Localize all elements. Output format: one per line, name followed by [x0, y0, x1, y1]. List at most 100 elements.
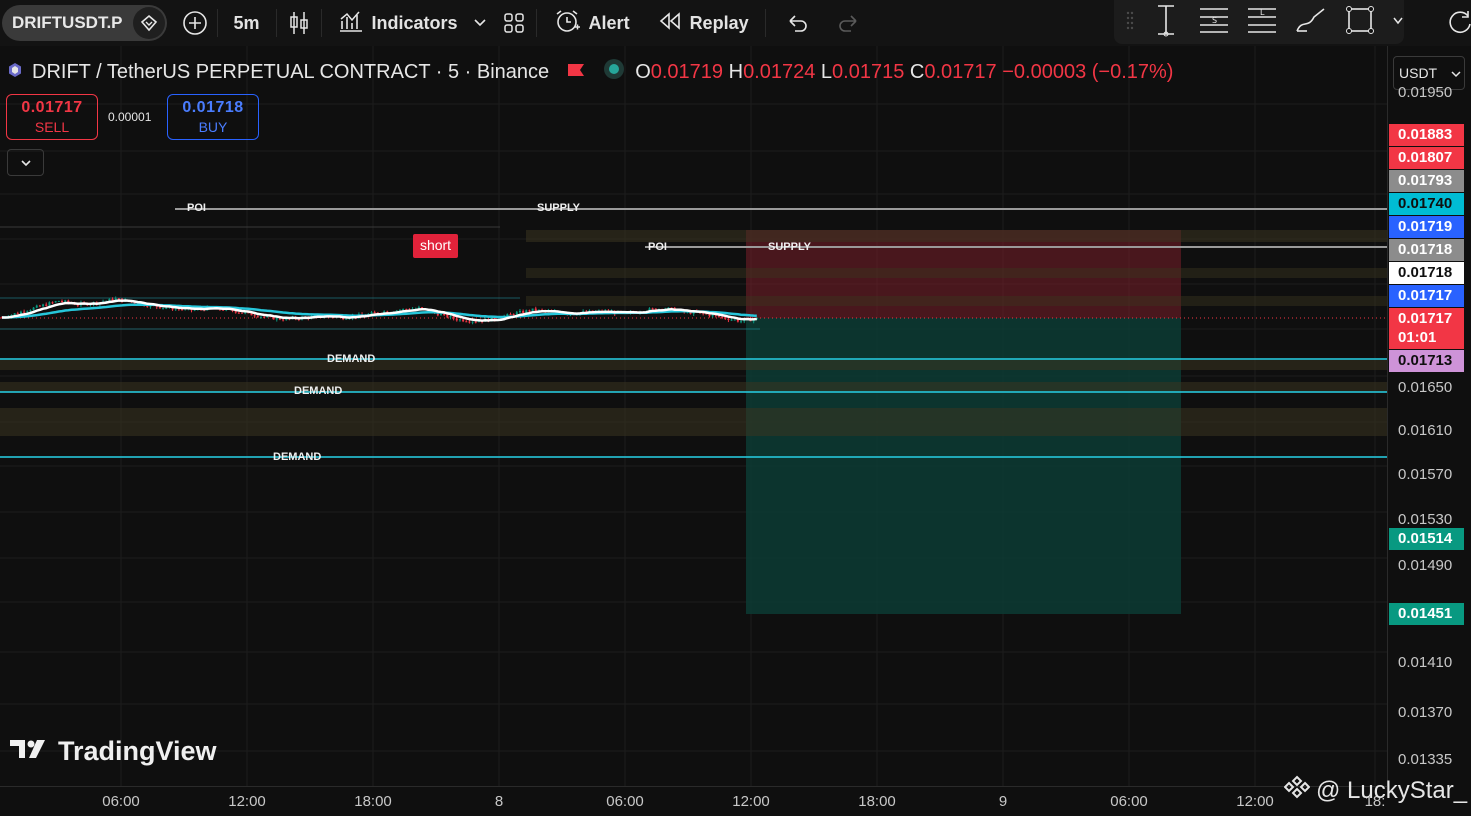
candle-body[interactable] [522, 310, 525, 313]
price-axis-label[interactable]: 0.01807 [1389, 147, 1464, 169]
candle-body[interactable] [443, 314, 446, 316]
candle-body[interactable] [48, 302, 51, 306]
add-symbol-icon[interactable] [181, 9, 209, 37]
candle-body[interactable] [165, 307, 168, 309]
price-axis-label[interactable]: 0.01793 [1389, 170, 1464, 192]
price-axis-label[interactable]: 0.01718 [1389, 239, 1464, 261]
chevron-down-icon[interactable] [466, 9, 494, 37]
layout-grid-icon[interactable] [500, 9, 528, 37]
candle-body[interactable] [259, 316, 262, 318]
candle-body[interactable] [402, 309, 405, 311]
long-position-icon[interactable]: L [1246, 5, 1278, 40]
price-axis-label[interactable]: 0.01718 [1389, 262, 1464, 284]
candle-body[interactable] [440, 314, 443, 316]
candle-body[interactable] [61, 300, 64, 302]
alert-button[interactable]: Alert [545, 5, 638, 41]
candle-body[interactable] [474, 321, 477, 323]
candle-body[interactable] [57, 300, 60, 302]
ema-slow-line[interactable] [2, 303, 757, 319]
collapse-legend-button[interactable] [7, 149, 44, 176]
candle-body[interactable] [35, 305, 38, 308]
candle-body[interactable] [509, 314, 512, 316]
candle-body[interactable] [237, 312, 240, 314]
candle-body[interactable] [452, 316, 455, 319]
candle-body[interactable] [241, 312, 244, 314]
indicators-button[interactable]: Indicators [330, 5, 466, 41]
redo-icon[interactable] [834, 9, 862, 37]
price-axis-label[interactable]: 0.01713 [1389, 350, 1464, 372]
candle-body[interactable] [370, 312, 373, 314]
refresh-icon[interactable] [1448, 8, 1471, 41]
candle-body[interactable] [158, 307, 161, 309]
candle-body[interactable] [651, 308, 654, 310]
candle-body[interactable] [174, 308, 177, 310]
price-axis-label[interactable]: 0.01883 [1389, 124, 1464, 146]
candle-body[interactable] [282, 319, 285, 321]
fib-retracement-icon[interactable]: S [1198, 5, 1230, 40]
candle-body[interactable] [724, 317, 727, 319]
candle-body[interactable] [32, 307, 35, 311]
candle-body[interactable] [13, 313, 16, 315]
candle-body[interactable] [733, 319, 736, 321]
candle-body[interactable] [38, 305, 41, 307]
interval-button[interactable]: 5m [226, 5, 268, 41]
price-axis-label[interactable]: 0.01717 [1389, 285, 1464, 307]
candle-body[interactable] [26, 311, 29, 313]
candle-body[interactable] [462, 319, 465, 322]
candle-body[interactable] [711, 314, 714, 317]
price-axis-label[interactable]: 0.01719 [1389, 216, 1464, 238]
diamond-icon[interactable] [132, 7, 165, 39]
candle-body[interactable] [16, 313, 19, 315]
price-axis-label[interactable]: 0.01451 [1389, 603, 1464, 625]
candle-body[interactable] [162, 307, 165, 309]
candle-body[interactable] [534, 308, 537, 311]
candle-body[interactable] [730, 319, 733, 321]
price-axis-label[interactable]: 0.01740 [1389, 193, 1464, 215]
time-axis[interactable] [0, 786, 1387, 816]
candle-body[interactable] [727, 318, 730, 321]
candle-body[interactable] [45, 304, 48, 306]
candle-body[interactable] [528, 310, 531, 312]
candle-body[interactable] [468, 321, 471, 323]
candle-body[interactable] [345, 318, 348, 320]
candle-body[interactable] [64, 300, 67, 302]
undo-icon[interactable] [784, 9, 812, 37]
candle-body[interactable] [54, 301, 57, 303]
candle-body[interactable] [449, 316, 452, 318]
candle-body[interactable] [263, 316, 266, 318]
rectangle-tool-icon[interactable] [1344, 4, 1376, 41]
symbol-search-button[interactable]: DRIFTUSDT.P [2, 5, 167, 41]
legend-title[interactable]: DRIFT / TetherUS PERPETUAL CONTRACT · 5 … [32, 61, 549, 84]
candle-body[interactable] [373, 312, 376, 314]
candle-body[interactable] [465, 321, 468, 323]
candle-body[interactable] [253, 315, 256, 317]
candle-body[interactable] [471, 321, 474, 323]
candle-body[interactable] [721, 316, 724, 318]
candle-body[interactable] [458, 319, 461, 321]
sell-button[interactable]: 0.01717 SELL [6, 94, 98, 140]
candle-body[interactable] [256, 316, 259, 318]
replay-button[interactable]: Replay [650, 5, 757, 41]
tradingview-logo[interactable]: TradingView [10, 736, 217, 767]
price-axis-label[interactable]: 01:01 [1389, 327, 1464, 349]
chevron-down-icon[interactable] [1392, 13, 1404, 31]
candle-body[interactable] [19, 311, 22, 314]
candle-style-icon[interactable] [285, 9, 313, 37]
drag-handle-icon[interactable] [1126, 10, 1134, 35]
candle-body[interactable] [512, 314, 515, 316]
candle-body[interactable] [29, 310, 32, 312]
market-status-flag-icon[interactable] [567, 61, 585, 84]
brush-tool-icon[interactable] [1294, 5, 1328, 40]
measure-tool-icon[interactable] [1150, 3, 1182, 42]
candle-body[interactable] [740, 321, 743, 323]
candle-body[interactable] [51, 302, 54, 304]
price-axis-label[interactable]: 0.01514 [1389, 528, 1464, 550]
candle-body[interactable] [455, 318, 458, 321]
buy-button[interactable]: 0.01718 BUY [167, 94, 259, 140]
chart-canvas[interactable] [0, 46, 1387, 786]
short-signal-badge[interactable]: short [413, 234, 458, 258]
candle-body[interactable] [23, 311, 26, 313]
chart-svg[interactable] [0, 46, 1387, 786]
candle-body[interactable] [518, 310, 521, 313]
candle-body[interactable] [42, 304, 45, 307]
